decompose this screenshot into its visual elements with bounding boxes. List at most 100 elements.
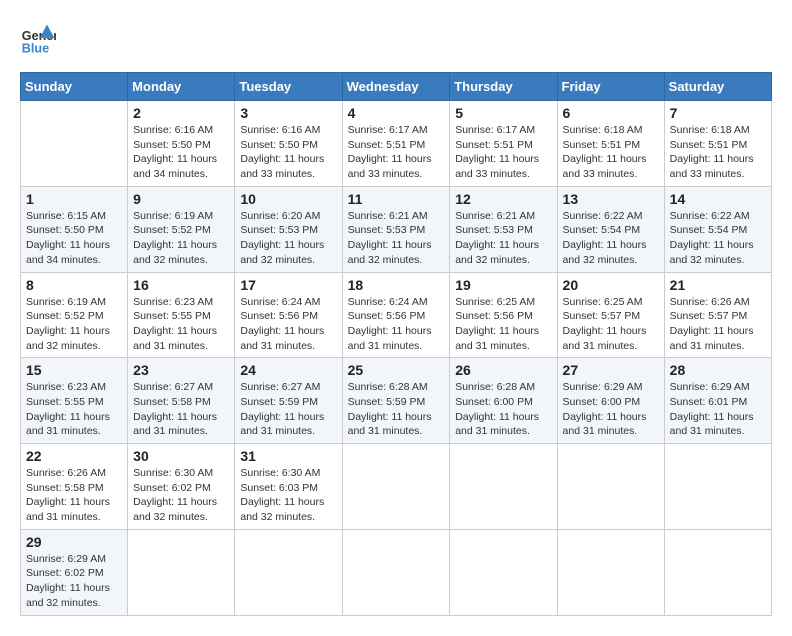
day-number: 27: [563, 362, 659, 378]
day-number: 24: [240, 362, 336, 378]
day-info: Sunrise: 6:28 AM Sunset: 6:00 PM Dayligh…: [455, 380, 551, 439]
calendar-cell: [21, 101, 128, 187]
calendar-cell: 3 Sunrise: 6:16 AM Sunset: 5:50 PM Daylig…: [235, 101, 342, 187]
calendar-cell: 12 Sunrise: 6:21 AM Sunset: 5:53 PM Dayli…: [450, 186, 557, 272]
day-number: 14: [670, 191, 766, 207]
day-info: Sunrise: 6:29 AM Sunset: 6:01 PM Dayligh…: [670, 380, 766, 439]
calendar-row: 2 Sunrise: 6:16 AM Sunset: 5:50 PM Daylig…: [21, 101, 772, 187]
calendar-cell: 25 Sunrise: 6:28 AM Sunset: 5:59 PM Dayli…: [342, 358, 450, 444]
day-number: 20: [563, 277, 659, 293]
calendar-cell: 23 Sunrise: 6:27 AM Sunset: 5:58 PM Dayli…: [128, 358, 235, 444]
calendar-cell: 20Sunrise: 6:25 AM Sunset: 5:57 PM Dayli…: [557, 272, 664, 358]
page-header: General Blue: [20, 20, 772, 56]
calendar-cell: 4 Sunrise: 6:17 AM Sunset: 5:51 PM Daylig…: [342, 101, 450, 187]
day-number: 6: [563, 105, 659, 121]
calendar-cell: 5Sunrise: 6:17 AM Sunset: 5:51 PM Daylig…: [450, 101, 557, 187]
calendar-cell: 21 Sunrise: 6:26 AM Sunset: 5:57 PM Dayli…: [664, 272, 771, 358]
day-info: Sunrise: 6:27 AM Sunset: 5:58 PM Dayligh…: [133, 380, 229, 439]
day-info: Sunrise: 6:23 AM Sunset: 5:55 PM Dayligh…: [26, 380, 122, 439]
day-number: 8: [26, 277, 122, 293]
day-number: 28: [670, 362, 766, 378]
calendar-cell: 27Sunrise: 6:29 AM Sunset: 6:00 PM Dayli…: [557, 358, 664, 444]
calendar-cell: 16 Sunrise: 6:23 AM Sunset: 5:55 PM Dayli…: [128, 272, 235, 358]
day-number: 3: [240, 105, 336, 121]
day-number: 15: [26, 362, 122, 378]
calendar-cell: 9 Sunrise: 6:19 AM Sunset: 5:52 PM Daylig…: [128, 186, 235, 272]
day-info: Sunrise: 6:19 AM Sunset: 5:52 PM Dayligh…: [26, 295, 122, 354]
day-number: 30: [133, 448, 229, 464]
calendar-header-row: SundayMondayTuesdayWednesdayThursdayFrid…: [21, 73, 772, 101]
day-info: Sunrise: 6:16 AM Sunset: 5:50 PM Dayligh…: [240, 123, 336, 182]
day-number: 21: [670, 277, 766, 293]
day-info: Sunrise: 6:23 AM Sunset: 5:55 PM Dayligh…: [133, 295, 229, 354]
calendar-cell: 13 Sunrise: 6:22 AM Sunset: 5:54 PM Dayli…: [557, 186, 664, 272]
calendar-header-sunday: Sunday: [21, 73, 128, 101]
calendar-table: SundayMondayTuesdayWednesdayThursdayFrid…: [20, 72, 772, 616]
day-number: 23: [133, 362, 229, 378]
day-number: 31: [240, 448, 336, 464]
calendar-cell: 15 Sunrise: 6:23 AM Sunset: 5:55 PM Dayli…: [21, 358, 128, 444]
day-number: 16: [133, 277, 229, 293]
day-number: 11: [348, 191, 445, 207]
calendar-cell: 2Sunrise: 6:16 AM Sunset: 5:50 PM Daylig…: [128, 101, 235, 187]
calendar-cell: [557, 529, 664, 615]
day-number: 10: [240, 191, 336, 207]
day-number: 12: [455, 191, 551, 207]
day-number: 22: [26, 448, 122, 464]
day-info: Sunrise: 6:21 AM Sunset: 5:53 PM Dayligh…: [455, 209, 551, 268]
day-info: Sunrise: 6:22 AM Sunset: 5:54 PM Dayligh…: [670, 209, 766, 268]
calendar-cell: 17Sunrise: 6:24 AM Sunset: 5:56 PM Dayli…: [235, 272, 342, 358]
day-number: 26: [455, 362, 551, 378]
calendar-cell: [450, 444, 557, 530]
day-number: 17: [240, 277, 336, 293]
day-info: Sunrise: 6:15 AM Sunset: 5:50 PM Dayligh…: [26, 209, 122, 268]
calendar-cell: [664, 444, 771, 530]
day-info: Sunrise: 6:28 AM Sunset: 5:59 PM Dayligh…: [348, 380, 445, 439]
day-number: 19: [455, 277, 551, 293]
calendar-row: 8 Sunrise: 6:19 AM Sunset: 5:52 PM Daylig…: [21, 272, 772, 358]
calendar-cell: 30 Sunrise: 6:30 AM Sunset: 6:02 PM Dayli…: [128, 444, 235, 530]
day-info: Sunrise: 6:29 AM Sunset: 6:02 PM Dayligh…: [26, 552, 122, 611]
svg-text:Blue: Blue: [22, 41, 49, 55]
calendar-cell: 14 Sunrise: 6:22 AM Sunset: 5:54 PM Dayli…: [664, 186, 771, 272]
day-number: 18: [348, 277, 445, 293]
day-info: Sunrise: 6:25 AM Sunset: 5:56 PM Dayligh…: [455, 295, 551, 354]
day-info: Sunrise: 6:26 AM Sunset: 5:57 PM Dayligh…: [670, 295, 766, 354]
day-info: Sunrise: 6:20 AM Sunset: 5:53 PM Dayligh…: [240, 209, 336, 268]
day-info: Sunrise: 6:24 AM Sunset: 5:56 PM Dayligh…: [348, 295, 445, 354]
day-info: Sunrise: 6:19 AM Sunset: 5:52 PM Dayligh…: [133, 209, 229, 268]
day-number: 5: [455, 105, 551, 121]
calendar-cell: 6 Sunrise: 6:18 AM Sunset: 5:51 PM Daylig…: [557, 101, 664, 187]
day-number: 13: [563, 191, 659, 207]
calendar-header-wednesday: Wednesday: [342, 73, 450, 101]
calendar-cell: 29 Sunrise: 6:29 AM Sunset: 6:02 PM Dayli…: [21, 529, 128, 615]
calendar-cell: [342, 529, 450, 615]
calendar-cell: [235, 529, 342, 615]
calendar-cell: 10 Sunrise: 6:20 AM Sunset: 5:53 PM Dayli…: [235, 186, 342, 272]
calendar-cell: [557, 444, 664, 530]
calendar-cell: [128, 529, 235, 615]
calendar-cell: 22Sunrise: 6:26 AM Sunset: 5:58 PM Dayli…: [21, 444, 128, 530]
day-number: 4: [348, 105, 445, 121]
calendar-header-friday: Friday: [557, 73, 664, 101]
calendar-row: 1 Sunrise: 6:15 AM Sunset: 5:50 PM Daylig…: [21, 186, 772, 272]
calendar-cell: 7Sunrise: 6:18 AM Sunset: 5:51 PM Daylig…: [664, 101, 771, 187]
day-info: Sunrise: 6:18 AM Sunset: 5:51 PM Dayligh…: [563, 123, 659, 182]
calendar-cell: [664, 529, 771, 615]
calendar-row: 15 Sunrise: 6:23 AM Sunset: 5:55 PM Dayli…: [21, 358, 772, 444]
day-number: 7: [670, 105, 766, 121]
calendar-cell: 11Sunrise: 6:21 AM Sunset: 5:53 PM Dayli…: [342, 186, 450, 272]
day-number: 2: [133, 105, 229, 121]
calendar-header-thursday: Thursday: [450, 73, 557, 101]
day-info: Sunrise: 6:22 AM Sunset: 5:54 PM Dayligh…: [563, 209, 659, 268]
calendar-header-monday: Monday: [128, 73, 235, 101]
calendar-cell: 28 Sunrise: 6:29 AM Sunset: 6:01 PM Dayli…: [664, 358, 771, 444]
day-info: Sunrise: 6:17 AM Sunset: 5:51 PM Dayligh…: [348, 123, 445, 182]
day-number: 25: [348, 362, 445, 378]
day-number: 29: [26, 534, 122, 550]
day-number: 9: [133, 191, 229, 207]
calendar-cell: 8 Sunrise: 6:19 AM Sunset: 5:52 PM Daylig…: [21, 272, 128, 358]
day-info: Sunrise: 6:30 AM Sunset: 6:02 PM Dayligh…: [133, 466, 229, 525]
day-info: Sunrise: 6:30 AM Sunset: 6:03 PM Dayligh…: [240, 466, 336, 525]
day-number: 1: [26, 191, 122, 207]
